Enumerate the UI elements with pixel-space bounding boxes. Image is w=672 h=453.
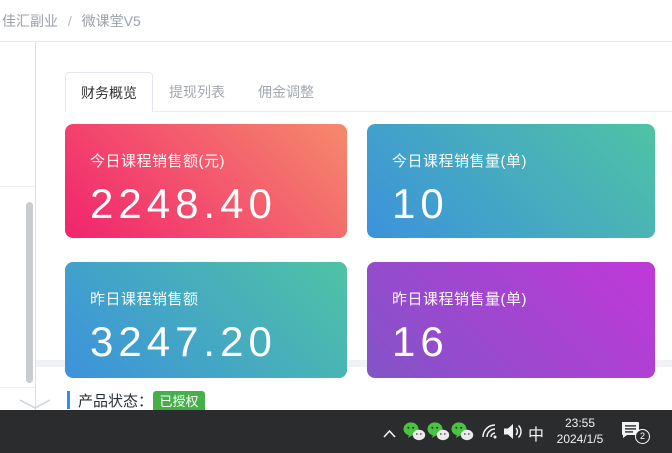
- tab-commission-adjust[interactable]: 佣金调整: [258, 72, 314, 112]
- wechat-icon[interactable]: [451, 422, 474, 446]
- card-value: 10: [392, 180, 630, 227]
- clock-time: 23:55: [549, 415, 611, 431]
- card-yesterday-sales-amount: 昨日课程销售额 3247.20: [65, 262, 347, 378]
- wechat-icon[interactable]: [403, 422, 426, 446]
- taskbar: 中 23:55 2024/1/5 2: [0, 410, 672, 453]
- card-value: 16: [392, 318, 630, 365]
- clock-date: 2024/1/5: [549, 431, 611, 447]
- input-method-indicator[interactable]: 中: [528, 421, 544, 445]
- sidebar-divider: [0, 186, 35, 187]
- breadcrumb-bar: 佳汇副业 / 微课堂V5: [0, 0, 672, 42]
- network-signal-icon[interactable]: [478, 422, 500, 445]
- card-yesterday-sales-count: 昨日课程销售量(单) 16: [367, 262, 655, 378]
- tabs-bottom-border: [65, 111, 672, 112]
- volume-icon[interactable]: [502, 423, 526, 445]
- card-value: 2248.40: [90, 180, 322, 227]
- breadcrumb-item-current: 微课堂V5: [82, 13, 141, 29]
- card-label: 今日课程销售额(元): [90, 150, 322, 171]
- screen: 佳汇副业 / 微课堂V5 财务概览 提现列表 佣金调整 今日课程销售额(元) 2…: [0, 0, 672, 453]
- breadcrumb-separator: /: [68, 13, 72, 29]
- tab-withdraw-list[interactable]: 提现列表: [169, 72, 225, 112]
- card-today-sales-count: 今日课程销售量(单) 10: [367, 124, 655, 238]
- status-label: 产品状态：: [78, 390, 153, 411]
- breadcrumb-item-parent[interactable]: 佳汇副业: [2, 13, 58, 29]
- notification-badge: 2: [635, 429, 650, 444]
- sidebar-scrollbar-thumb[interactable]: [26, 202, 33, 383]
- sidebar-divider: [0, 387, 35, 388]
- card-label: 昨日课程销售量(单): [392, 288, 630, 309]
- status-accent-bar: [67, 391, 70, 409]
- sidebar: [0, 42, 36, 410]
- action-center-icon[interactable]: 2: [620, 420, 653, 446]
- hidden-icons-chevron-icon[interactable]: [382, 426, 397, 444]
- card-label: 今日课程销售量(单): [392, 150, 630, 171]
- wechat-icon[interactable]: [427, 422, 450, 446]
- taskbar-clock[interactable]: 23:55 2024/1/5: [549, 415, 611, 447]
- tab-finance-overview[interactable]: 财务概览: [65, 72, 153, 112]
- breadcrumb: 佳汇副业 / 微课堂V5: [2, 11, 141, 31]
- card-value: 3247.20: [90, 318, 322, 365]
- card-today-sales-amount: 今日课程销售额(元) 2248.40: [65, 124, 347, 238]
- card-label: 昨日课程销售额: [90, 288, 322, 309]
